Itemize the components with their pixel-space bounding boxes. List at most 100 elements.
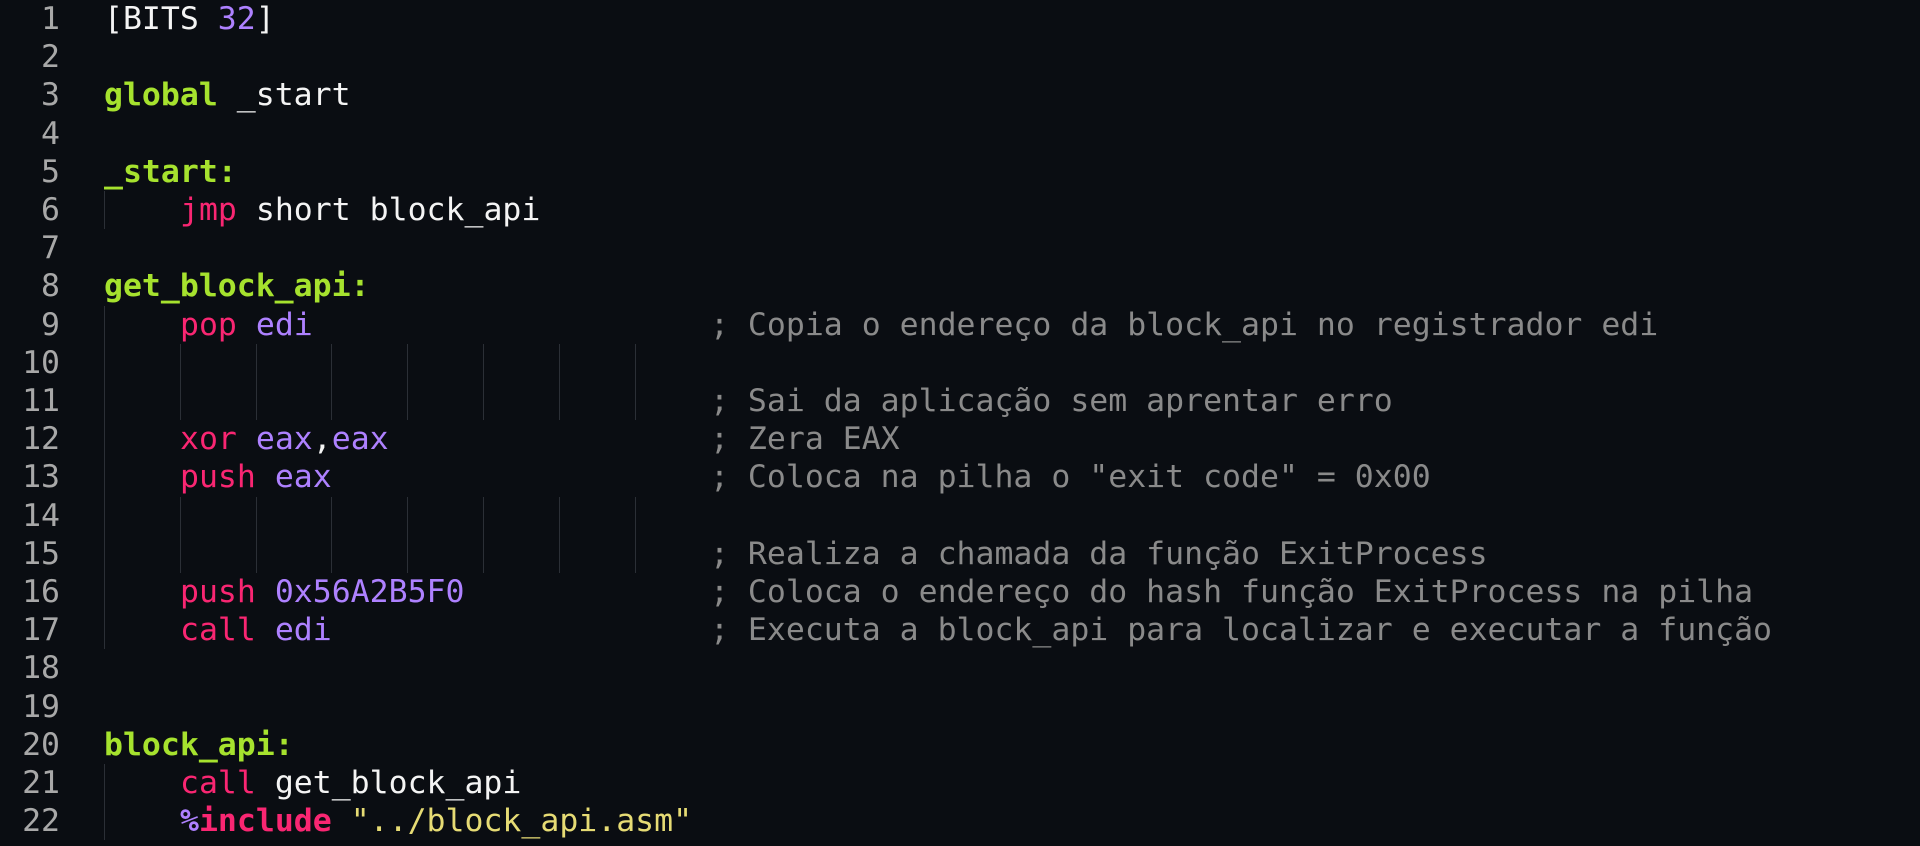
code-text[interactable]: block_api: xyxy=(104,726,294,764)
code-text[interactable]: %include "../block_api.asm" xyxy=(180,802,692,840)
indent-guide xyxy=(634,534,636,573)
code-line[interactable]: 6 jmp short block_api xyxy=(0,191,1920,230)
code-line[interactable]: 3 global _start xyxy=(0,76,1920,114)
indent-guide xyxy=(255,343,257,382)
line-number: 5 xyxy=(41,153,60,190)
line-number: 16 xyxy=(22,574,60,610)
indent-guide xyxy=(558,496,560,535)
indent-guide xyxy=(331,534,333,573)
code-token: _start xyxy=(217,77,351,114)
code-token: , xyxy=(312,421,332,458)
indent-guide xyxy=(407,496,409,535)
indent-guide xyxy=(104,382,105,421)
code-token: 0x56A2B5F0 xyxy=(274,574,465,610)
code-line[interactable]: 12 xor eax,eax ; Zera EAX xyxy=(0,420,1920,459)
code-token: eax xyxy=(331,421,389,458)
code-text[interactable]: call get_block_api xyxy=(180,764,521,802)
code-line[interactable]: 16 push 0x56A2B5F0 ; Coloca o endereço do … xyxy=(0,573,1920,612)
code-text[interactable]: _start: xyxy=(104,153,237,191)
code-line[interactable]: 22 %include "../block_api.asm" xyxy=(0,802,1920,841)
code-token: [BITS xyxy=(104,1,218,37)
code-token: edi xyxy=(274,612,332,649)
code-text[interactable]: [BITS 32] xyxy=(104,0,275,38)
line-number: 4 xyxy=(41,115,60,152)
code-token: push xyxy=(180,574,256,610)
code-text[interactable]: get_block_api: xyxy=(104,267,370,305)
code-text[interactable]: pop edi xyxy=(180,306,313,344)
line-number: 7 xyxy=(41,230,60,267)
code-token: ] xyxy=(255,1,275,37)
line-number: 12 xyxy=(22,421,60,458)
code-text[interactable]: call edi xyxy=(180,611,332,649)
indent-guide xyxy=(634,343,636,382)
indent-guide xyxy=(407,382,409,421)
indent-guide xyxy=(331,496,333,535)
code-line[interactable]: 7 xyxy=(0,229,1920,267)
indent-guide xyxy=(179,343,181,382)
line-number: 8 xyxy=(41,268,60,305)
code-line[interactable]: 2 xyxy=(0,38,1920,76)
code-token: eax xyxy=(255,421,313,458)
code-comment: ; Coloca na pilha o "exit code" = 0x00 xyxy=(710,459,1431,496)
code-text[interactable]: push 0x56A2B5F0 xyxy=(180,573,464,611)
code-token: get_block_api: xyxy=(104,268,370,305)
code-token: eax xyxy=(274,459,332,496)
code-editor[interactable]: 1 [BITS 32] 2 3 global _start 4 5 _start: 6 jmp s… xyxy=(0,0,1920,846)
code-text[interactable]: xor eax,eax xyxy=(180,420,389,458)
line-number: 17 xyxy=(22,612,60,649)
indent-guide xyxy=(104,191,105,230)
line-number: 14 xyxy=(22,497,60,534)
indent-guide xyxy=(331,343,333,382)
code-line[interactable]: 5 _start: xyxy=(0,153,1920,191)
code-line[interactable]: 9 pop edi ; Copia o endereço da block_api … xyxy=(0,305,1920,344)
code-line[interactable]: 20 block_api: xyxy=(0,726,1920,764)
code-token: pop xyxy=(180,306,237,343)
code-line[interactable]: 18 xyxy=(0,649,1920,687)
code-line[interactable]: 14 xyxy=(0,496,1920,535)
line-number: 13 xyxy=(22,459,60,496)
code-line[interactable]: 4 xyxy=(0,115,1920,153)
code-token: "../block_api.asm" xyxy=(350,803,693,840)
code-token: include xyxy=(198,803,332,840)
indent-guide xyxy=(255,496,257,535)
code-token: xor xyxy=(180,421,237,458)
code-token: jmp xyxy=(180,192,237,228)
indent-guide xyxy=(104,496,105,535)
code-line[interactable]: 10 xyxy=(0,343,1920,382)
code-line[interactable]: 11 ; Sai da aplicação sem aprentar erro xyxy=(0,382,1920,421)
code-comment: ; Zera EAX xyxy=(710,421,900,458)
indent-guide xyxy=(104,764,105,803)
indent-guide xyxy=(255,382,257,421)
line-number: 10 xyxy=(22,344,60,381)
code-token: call xyxy=(180,612,256,649)
indent-guide xyxy=(634,382,636,421)
code-token: short block_api xyxy=(236,192,541,228)
indent-guide xyxy=(255,534,257,573)
code-line[interactable]: 17 call edi ; Executa a block_api para loc… xyxy=(0,611,1920,650)
code-token: call xyxy=(180,765,256,801)
indent-guide xyxy=(179,382,181,421)
indent-guide xyxy=(104,611,105,650)
code-line[interactable]: 21 call get_block_api xyxy=(0,764,1920,803)
indent-guide xyxy=(483,343,484,382)
code-token: block_api: xyxy=(104,726,294,763)
code-token: % xyxy=(180,803,199,840)
code-text[interactable]: jmp short block_api xyxy=(180,191,540,229)
code-line[interactable]: 19 xyxy=(0,688,1920,726)
indent-guide xyxy=(483,382,484,421)
line-number: 19 xyxy=(22,688,60,725)
indent-guide xyxy=(407,343,409,382)
code-line[interactable]: 8 get_block_api: xyxy=(0,267,1920,305)
code-text[interactable]: push eax xyxy=(180,458,332,496)
code-line[interactable]: 13 push eax ; Coloca na pilha o "exit code… xyxy=(0,458,1920,497)
indent-guide xyxy=(104,420,105,459)
code-text[interactable]: global _start xyxy=(104,76,351,114)
code-comment: ; Executa a block_api para localizar e e… xyxy=(710,612,1773,649)
code-line[interactable]: 15 ; Realiza a chamada da função ExitProc… xyxy=(0,534,1920,573)
code-token: 32 xyxy=(217,1,256,37)
code-line[interactable]: 1 [BITS 32] xyxy=(0,0,1920,38)
indent-guide xyxy=(483,496,484,535)
